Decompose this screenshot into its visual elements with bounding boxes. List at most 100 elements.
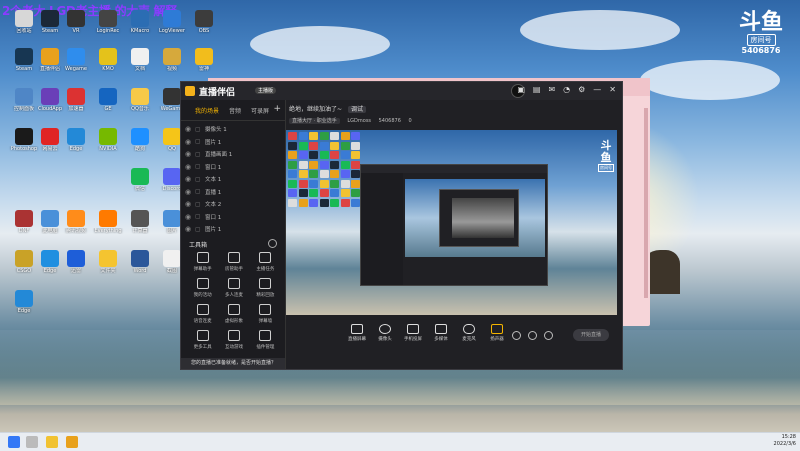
tool-label: 虚拟形象 <box>224 319 243 324</box>
source-label: 图片 1 <box>205 139 222 146</box>
desktop-icon[interactable]: 迅雷 <box>60 250 92 274</box>
app-logo-icon <box>185 86 195 96</box>
source-item[interactable]: ◉ ▢ 直播 1 <box>181 186 285 199</box>
version-badge[interactable]: 主播版 <box>255 87 277 94</box>
visibility-icon[interactable]: ◉ <box>185 175 195 183</box>
settings-icon[interactable]: ⚙ <box>578 86 585 94</box>
visibility-icon[interactable]: ◉ <box>185 125 195 133</box>
desktop-icon[interactable]: Everything <box>92 210 124 234</box>
category-chip[interactable]: 直播大厅 · 职业选手 <box>289 118 340 124</box>
desktop-icon[interactable]: KMacro <box>124 10 156 34</box>
tool-button[interactable]: 精彩回放 <box>250 278 281 298</box>
microphone-button[interactable]: 麦克风 <box>454 324 484 342</box>
desktop-icon[interactable]: 文档 <box>124 48 156 72</box>
desktop-icon[interactable]: Wegame <box>60 48 92 72</box>
desktop-icon[interactable]: Word <box>124 250 156 274</box>
tool-button[interactable]: 互动游戏 <box>218 330 249 350</box>
visibility-icon[interactable]: ◉ <box>185 188 195 196</box>
visibility-icon[interactable]: ◉ <box>185 150 195 158</box>
desktop-icon[interactable]: 腾讯视频 <box>60 210 92 234</box>
tool-button[interactable]: 虚拟形象 <box>218 304 249 324</box>
button-label: 麦克风 <box>462 337 476 342</box>
desktop-icon[interactable]: 酷狗 <box>124 128 156 152</box>
tool-button[interactable]: 我的活动 <box>187 278 218 298</box>
desktop-icon[interactable]: KMO <box>92 48 124 72</box>
nested-preview-window <box>360 164 548 286</box>
shirt-icon[interactable]: ▤ <box>533 86 541 94</box>
toolbox-collapse-icon[interactable] <box>268 239 277 248</box>
desktop-icon[interactable]: 视频 <box>156 48 188 72</box>
gift-icon[interactable]: ▣ <box>517 86 525 94</box>
visibility-icon[interactable]: ◉ <box>185 163 195 171</box>
add-scene-icon[interactable]: + <box>273 104 281 114</box>
desktop-icon-label: LogViewer <box>159 28 185 34</box>
tool-button[interactable]: 语音连麦 <box>187 304 218 324</box>
source-item[interactable]: ◉ ▢ 窗口 1 <box>181 211 285 224</box>
tool-button[interactable]: 弹幕墙 <box>250 304 281 324</box>
source-item[interactable]: ◉ ▢ 摄像头 1 <box>181 123 285 136</box>
source-item[interactable]: ◉ ▢ 图片 1 <box>181 136 285 149</box>
stream-title[interactable]: 绝地，继续加油了~ <box>289 106 342 113</box>
desktop-icon[interactable]: LogViewer <box>156 10 188 34</box>
minimize-icon[interactable]: — <box>593 86 601 94</box>
stream-preview[interactable]: 斗鱼 房间号 <box>286 130 617 315</box>
desktop-icon[interactable]: 微信 <box>124 168 156 192</box>
app-titlebar: 直播伴侣 主播版 ▣ ▤ ✉ ◔ ⚙ — ✕ <box>181 82 622 100</box>
desktop-icon[interactable]: LoginRec <box>92 10 124 34</box>
taskbar-explorer-icon[interactable] <box>46 436 58 448</box>
camera-icon <box>379 324 391 334</box>
background-window-scrollbar[interactable] <box>644 108 648 298</box>
desktop-icon[interactable]: Edge <box>60 128 92 152</box>
start-icon[interactable] <box>8 436 20 448</box>
taskbar-app-icon[interactable] <box>66 436 78 448</box>
visibility-icon[interactable]: ◉ <box>185 138 195 146</box>
tool-button[interactable]: 房管助手 <box>218 252 249 272</box>
debug-badge[interactable]: 调试 <box>347 106 366 113</box>
tab-my-scenes[interactable]: 我的场景 <box>195 106 219 120</box>
phone-cast-button[interactable]: 手机投屏 <box>398 324 428 342</box>
preview-mini-icon <box>288 132 297 140</box>
desktop-icon[interactable]: 雷神 <box>188 48 220 72</box>
source-item[interactable]: ◉ ▢ 文本 2 <box>181 198 285 211</box>
record-icon[interactable] <box>512 331 521 340</box>
start-stream-button[interactable]: 开始直播 <box>573 329 609 341</box>
tool-button[interactable]: 多人连麦 <box>218 278 249 298</box>
tool-button[interactable]: 更多工具 <box>187 330 218 350</box>
mail-icon[interactable]: ✉ <box>548 86 555 94</box>
camera-button[interactable]: 摄像头 <box>370 324 400 342</box>
tool-button[interactable]: 插件管理 <box>250 330 281 350</box>
desktop-icon[interactable]: NVIDIA <box>92 128 124 152</box>
desktop-icon[interactable]: OBS <box>188 10 220 34</box>
visibility-icon[interactable]: ◉ <box>185 213 195 221</box>
desktop-icon[interactable]: GE <box>92 88 124 112</box>
beauty-icon[interactable] <box>528 331 537 340</box>
tool-button[interactable]: 主播任务 <box>250 252 281 272</box>
source-item[interactable]: ◉ ▢ 图片 1 <box>181 223 285 236</box>
visibility-icon[interactable]: ◉ <box>185 225 195 233</box>
desktop-icon[interactable]: 文件夹 <box>92 250 124 274</box>
desktop-icon[interactable]: 加速器 <box>60 88 92 112</box>
tool-button[interactable]: 弹幕助手 <box>187 252 218 272</box>
screen-capture-button[interactable]: 直播屏幕 <box>342 324 372 342</box>
bell-icon[interactable]: ◔ <box>563 86 570 94</box>
tab-audio[interactable]: 音频 <box>229 106 241 120</box>
media-button[interactable]: 多媒体 <box>426 324 456 342</box>
start-notice[interactable]: 您的直播已准备就绪，是否开始直播？ <box>181 358 285 369</box>
preview-mini-icon <box>340 151 350 159</box>
source-item[interactable]: ◉ ▢ 窗口 1 <box>181 161 285 174</box>
system-tray-clock[interactable]: 15:28 2022/3/6 <box>774 434 796 448</box>
speaker-button[interactable]: 扬声器 <box>482 324 512 342</box>
tab-recordable[interactable]: 可录屏 <box>251 106 269 120</box>
search-icon[interactable] <box>26 436 38 448</box>
source-type-icon: ▢ <box>195 225 201 233</box>
source-item[interactable]: ◉ ▢ 文本 1 <box>181 173 285 186</box>
source-item[interactable]: ◉ ▢ 直播画面 1 <box>181 148 285 161</box>
desktop-icon[interactable]: QQ音乐 <box>124 88 156 112</box>
desktop-icon[interactable]: Edge <box>8 290 40 314</box>
visibility-icon[interactable]: ◉ <box>185 200 195 208</box>
settings-gear-icon[interactable] <box>544 331 553 340</box>
close-icon[interactable]: ✕ <box>609 86 616 94</box>
app-icon <box>15 210 33 227</box>
desktop-icon[interactable]: 计算器 <box>124 210 156 234</box>
desktop-icon[interactable]: VR <box>60 10 92 34</box>
